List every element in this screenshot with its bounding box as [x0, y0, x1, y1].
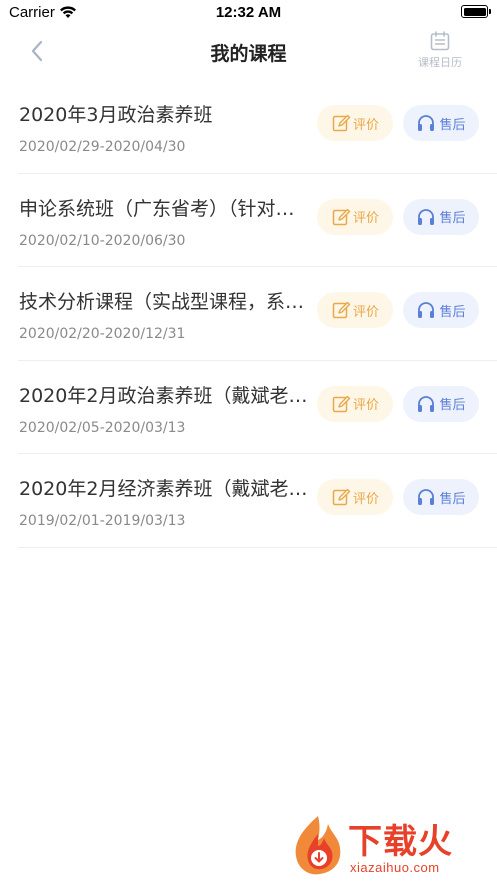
- after-sales-label: 售后: [439, 491, 466, 507]
- status-bar: Carrier 12:32 AM: [0, 0, 497, 26]
- course-title: 技术分析课程（实战型课程，系统学习）: [19, 291, 309, 313]
- review-button[interactable]: 评价: [317, 385, 393, 422]
- after-sales-label: 售后: [439, 117, 466, 133]
- review-label: 评价: [352, 491, 379, 507]
- nav-bar: 我的课程 课程日历: [0, 26, 497, 80]
- course-dates: 2020/02/20-2020/12/31: [19, 326, 186, 342]
- course-row[interactable]: 2020年2月政治素养班（戴斌老师） 2020/02/05-2020/03/13…: [18, 361, 497, 454]
- edit-icon: [332, 114, 351, 132]
- review-button[interactable]: 评价: [317, 105, 393, 141]
- after-sales-button[interactable]: 售后: [403, 385, 479, 422]
- course-dates: 2020/02/10-2020/06/30: [19, 232, 186, 249]
- course-row[interactable]: 2020年3月政治素养班 2020/02/29-2020/04/30 评价 售后: [18, 80, 497, 174]
- headphones-icon: [418, 489, 435, 505]
- watermark-brand: 下载火: [348, 822, 453, 862]
- after-sales-button[interactable]: 售后: [403, 105, 479, 141]
- after-sales-button[interactable]: 售后: [403, 292, 479, 328]
- course-dates: 2019/02/01-2019/03/13: [19, 513, 186, 529]
- after-sales-button[interactable]: 售后: [403, 479, 479, 515]
- battery-tip: [489, 9, 491, 14]
- calendar-icon: [430, 31, 450, 51]
- course-list: 2020年3月政治素养班 2020/02/29-2020/04/30 评价 售后…: [18, 80, 497, 548]
- headphones-icon: [418, 208, 435, 225]
- review-label: 评价: [352, 398, 379, 413]
- status-time: 12:32 AM: [215, 4, 282, 21]
- calendar-label: 课程日历: [418, 56, 462, 69]
- course-title: 申论系统班（广东省考）（针对性提升）: [19, 197, 309, 220]
- headphones-icon: [418, 395, 435, 412]
- review-button[interactable]: 评价: [317, 292, 393, 328]
- course-title: 2020年2月经济素养班（戴斌老师）: [19, 478, 309, 500]
- watermark: 下载火 xiazaihuo.com: [290, 812, 490, 882]
- course-row[interactable]: 技术分析课程（实战型课程，系统学习） 2020/02/20-2020/12/31…: [18, 267, 497, 361]
- review-button[interactable]: 评价: [317, 198, 393, 235]
- review-label: 评价: [352, 304, 379, 320]
- course-calendar-button[interactable]: 课程日历: [408, 30, 472, 74]
- review-label: 评价: [352, 211, 379, 226]
- battery-icon: [461, 5, 488, 18]
- course-dates: 2020/02/05-2020/03/13: [19, 419, 186, 436]
- edit-icon: [332, 208, 351, 225]
- review-button[interactable]: 评价: [317, 479, 393, 515]
- course-row[interactable]: 2020年2月经济素养班（戴斌老师） 2019/02/01-2019/03/13…: [18, 454, 497, 548]
- edit-icon: [332, 488, 351, 506]
- course-row[interactable]: 申论系统班（广东省考）（针对性提升） 2020/02/10-2020/06/30…: [18, 174, 497, 267]
- course-title: 2020年3月政治素养班: [19, 104, 213, 126]
- after-sales-label: 售后: [439, 304, 466, 320]
- after-sales-label: 售后: [439, 398, 466, 413]
- course-title: 2020年2月政治素养班（戴斌老师）: [19, 384, 309, 407]
- review-label: 评价: [352, 117, 379, 133]
- course-dates: 2020/02/29-2020/04/30: [19, 139, 186, 155]
- headphones-icon: [418, 302, 435, 318]
- headphones-icon: [418, 115, 435, 131]
- edit-icon: [332, 395, 351, 412]
- after-sales-button[interactable]: 售后: [403, 198, 479, 235]
- watermark-domain: xiazaihuo.com: [350, 860, 440, 875]
- edit-icon: [332, 301, 351, 319]
- flame-logo-icon: [295, 816, 341, 875]
- after-sales-label: 售后: [439, 211, 466, 226]
